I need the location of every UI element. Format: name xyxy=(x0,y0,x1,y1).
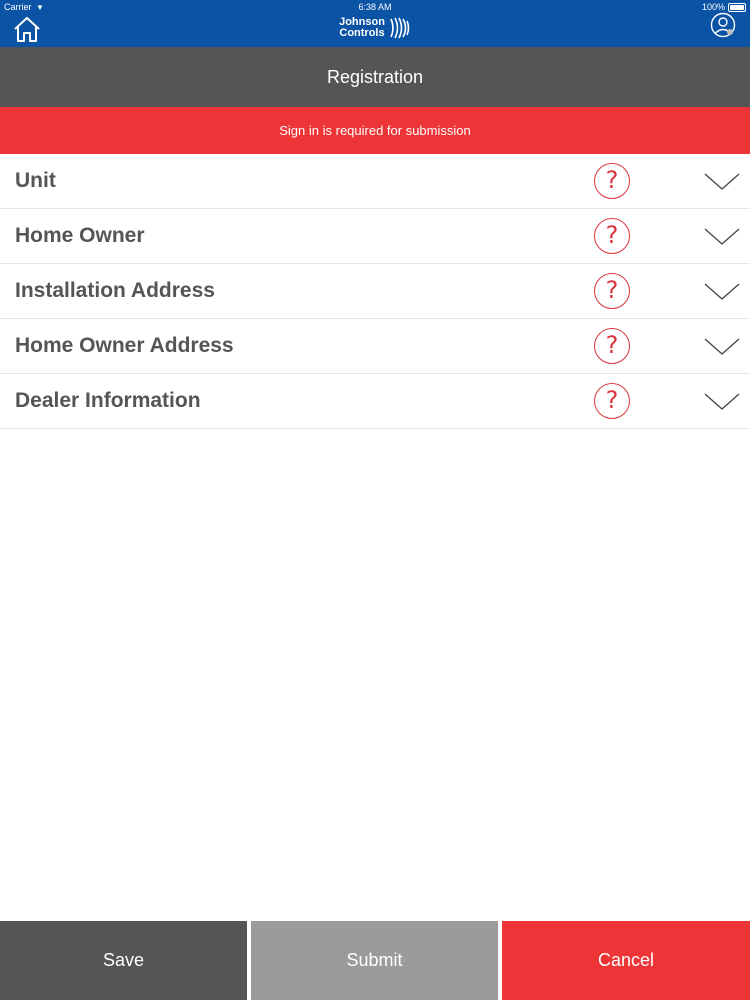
registration-screen: Carrier ▼ 6:38 AM 100% Johnson Controls xyxy=(0,0,750,1000)
chevron-down-icon[interactable] xyxy=(704,227,740,247)
section-row-home-owner[interactable]: Home Owner ? xyxy=(0,209,750,264)
chevron-down-icon[interactable] xyxy=(704,337,740,357)
top-bar: Carrier ▼ 6:38 AM 100% Johnson Controls xyxy=(0,0,750,47)
section-row-dealer-information[interactable]: Dealer Information ? xyxy=(0,374,750,429)
section-label: Installation Address xyxy=(15,279,215,302)
chevron-down-icon[interactable] xyxy=(704,282,740,302)
sign-in-notice: Sign in is required for submission xyxy=(0,107,750,154)
section-label: Dealer Information xyxy=(15,389,201,412)
battery-percent: 100% xyxy=(701,2,725,12)
submit-button[interactable]: Submit xyxy=(251,921,498,1000)
status-time: 6:38 AM xyxy=(358,2,392,12)
chevron-down-icon[interactable] xyxy=(704,172,740,192)
help-icon[interactable]: ? xyxy=(594,163,630,199)
section-label: Unit xyxy=(15,169,56,192)
cancel-button[interactable]: Cancel xyxy=(502,921,750,1000)
section-row-home-owner-address[interactable]: Home Owner Address ? xyxy=(0,319,750,374)
user-account-icon xyxy=(710,12,736,38)
help-icon[interactable]: ? xyxy=(594,273,630,309)
action-bar: Save Submit Cancel xyxy=(0,921,750,1000)
chevron-down-icon[interactable] xyxy=(704,392,740,412)
section-label: Home Owner xyxy=(15,224,145,247)
status-battery: 100% xyxy=(702,2,746,12)
brand-wordmark: Johnson Controls xyxy=(339,17,385,39)
section-row-installation-address[interactable]: Installation Address ? xyxy=(0,264,750,319)
help-icon[interactable]: ? xyxy=(594,383,630,419)
battery-icon xyxy=(728,2,746,12)
brand-line-2: Controls xyxy=(339,27,385,39)
section-label: Home Owner Address xyxy=(15,334,234,357)
account-button[interactable] xyxy=(710,12,736,38)
help-icon[interactable]: ? xyxy=(594,328,630,364)
home-button[interactable] xyxy=(12,14,42,44)
help-icon[interactable]: ? xyxy=(594,218,630,254)
save-button[interactable]: Save xyxy=(0,921,247,1000)
page-title: Registration xyxy=(0,47,750,107)
section-list: Unit ? Home Owner ? Installation Address… xyxy=(0,154,750,429)
brand-mark-icon xyxy=(390,17,410,39)
brand-logo: Johnson Controls xyxy=(0,12,750,40)
home-icon xyxy=(14,17,40,42)
section-row-unit[interactable]: Unit ? xyxy=(0,154,750,209)
